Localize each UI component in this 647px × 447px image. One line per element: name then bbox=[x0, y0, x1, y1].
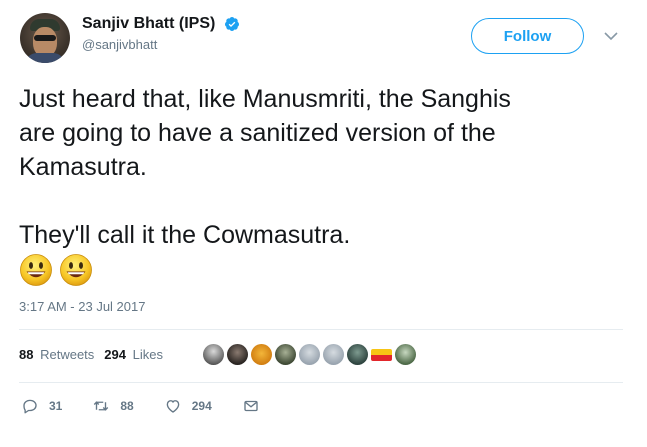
divider bbox=[19, 382, 623, 383]
tweet-text: Just heard that, like Manusmriti, the Sa… bbox=[19, 85, 511, 249]
liker-avatar[interactable] bbox=[227, 344, 248, 365]
display-name[interactable]: Sanjiv Bhatt (IPS) bbox=[82, 15, 215, 33]
retweets-count: 88 bbox=[19, 347, 34, 362]
chevron-down-icon[interactable] bbox=[604, 31, 618, 41]
divider bbox=[19, 329, 623, 330]
tweet-actions: 31 88 294 bbox=[21, 397, 300, 415]
tweet-stats: 88 Retweets 294 Likes bbox=[19, 347, 173, 362]
liker-avatar[interactable] bbox=[323, 344, 344, 365]
liker-avatar[interactable] bbox=[203, 344, 224, 365]
liker-avatar[interactable] bbox=[371, 349, 392, 361]
reply-count: 31 bbox=[49, 399, 63, 413]
verified-badge-icon bbox=[224, 17, 239, 31]
likes-count: 294 bbox=[104, 347, 126, 362]
liker-avatar[interactable] bbox=[275, 344, 296, 365]
envelope-icon bbox=[244, 400, 258, 412]
emoji-row bbox=[19, 253, 93, 287]
user-info[interactable]: Sanjiv Bhatt (IPS) @sanjivbhatt bbox=[82, 15, 240, 52]
retweet-button[interactable]: 88 bbox=[92, 397, 134, 415]
like-count: 294 bbox=[191, 399, 212, 413]
grinning-face-emoji-icon bbox=[60, 254, 92, 286]
liker-avatar[interactable] bbox=[251, 344, 272, 365]
retweet-icon bbox=[94, 401, 109, 411]
retweet-count: 88 bbox=[120, 399, 134, 413]
tweet-card: Sanjiv Bhatt (IPS) @sanjivbhatt Follow J… bbox=[0, 0, 647, 447]
reply-button[interactable]: 31 bbox=[21, 397, 62, 415]
liker-avatar[interactable] bbox=[395, 344, 416, 365]
retweets-stat[interactable]: 88 Retweets bbox=[19, 347, 94, 362]
liker-avatar[interactable] bbox=[299, 344, 320, 365]
likes-stat[interactable]: 294 Likes bbox=[104, 347, 163, 362]
user-handle[interactable]: @sanjivbhatt bbox=[82, 37, 240, 52]
grinning-face-emoji-icon bbox=[20, 254, 52, 286]
retweets-label: Retweets bbox=[40, 347, 95, 362]
follow-button[interactable]: Follow bbox=[471, 18, 584, 54]
heart-icon bbox=[166, 400, 180, 413]
tweet-timestamp[interactable]: 3:17 AM - 23 Jul 2017 bbox=[19, 299, 145, 314]
like-button[interactable]: 294 bbox=[164, 397, 212, 415]
reply-icon bbox=[23, 399, 37, 414]
direct-message-button[interactable] bbox=[242, 397, 270, 415]
avatar[interactable] bbox=[20, 13, 70, 63]
liker-avatars bbox=[203, 344, 416, 365]
likes-label: Likes bbox=[132, 347, 163, 362]
liker-avatar[interactable] bbox=[347, 344, 368, 365]
